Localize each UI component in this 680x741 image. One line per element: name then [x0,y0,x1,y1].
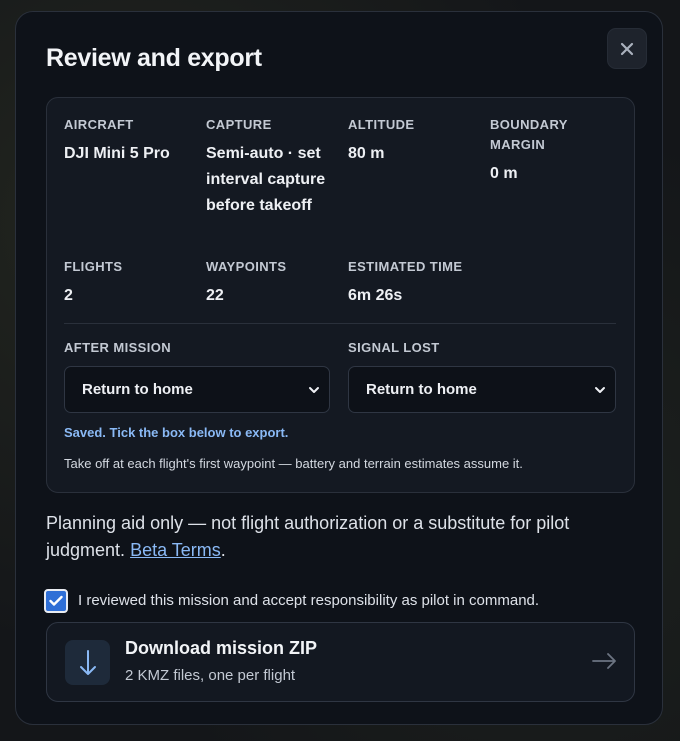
capture-label: CAPTURE [206,117,272,132]
disclaimer-period: . [220,540,226,560]
capture-value: Semi-auto · set interval capture before … [206,145,326,214]
after-mission-label: AFTER MISSION [64,340,172,355]
mission-summary-panel: AIRCRAFT DJI Mini 5 Pro CAPTURE Semi-aut… [46,97,635,493]
boundary-margin-field: BOUNDARY MARGIN 0 m [490,115,600,187]
download-title: Download mission ZIP [125,638,318,658]
summary-divider [64,323,616,324]
download-arrow-icon [65,640,110,685]
beta-terms-link[interactable]: Beta Terms [130,540,221,560]
signal-lost-selected-value: Return to home [366,381,477,398]
altitude-label: ALTITUDE [348,117,415,132]
planning-disclaimer: Planning aid only — not flight authoriza… [46,510,626,564]
after-mission-selected-value: Return to home [82,381,193,398]
chevron-down-icon [309,387,319,393]
acknowledge-checkbox[interactable] [44,589,68,613]
altitude-field: ALTITUDE 80 m [348,115,478,167]
flights-field: FLIGHTS 2 [64,257,194,309]
download-mission-zip-button[interactable]: Download mission ZIP 2 KMZ files, one pe… [46,622,635,702]
signal-lost-select[interactable]: Return to home [348,366,616,413]
waypoints-field: WAYPOINTS 22 [206,257,336,309]
altitude-value: 80 m [348,145,385,162]
signal-lost-label: SIGNAL LOST [348,340,440,355]
capture-field: CAPTURE Semi-auto · set interval capture… [206,115,336,219]
boundary-margin-label: BOUNDARY MARGIN [490,117,568,152]
acknowledge-label[interactable]: I reviewed this mission and accept respo… [78,592,539,609]
estimated-time-value: 6m 26s [348,287,403,304]
after-mission-select[interactable]: Return to home [64,366,330,413]
flights-label: FLIGHTS [64,259,123,274]
disclaimer-text: Planning aid only — not flight authoriza… [46,513,570,560]
aircraft-value: DJI Mini 5 Pro [64,145,170,162]
review-export-dialog: Review and export AIRCRAFT DJI Mini 5 Pr… [15,11,663,725]
estimated-time-label: ESTIMATED TIME [348,259,463,274]
saved-status-note: Saved. Tick the box below to export. [64,425,289,440]
estimated-time-field: ESTIMATED TIME 6m 26s [348,257,508,309]
takeoff-note: Take off at each flight's first waypoint… [64,456,523,471]
download-subtitle: 2 KMZ files, one per flight [125,667,296,684]
close-icon [620,42,634,55]
dialog-title: Review and export [46,44,262,72]
chevron-down-icon [595,387,605,393]
close-button[interactable] [607,28,647,69]
aircraft-label: AIRCRAFT [64,117,134,132]
checkmark-icon [49,595,63,606]
arrow-right-icon [592,653,616,669]
flights-value: 2 [64,287,73,304]
waypoints-label: WAYPOINTS [206,259,287,274]
boundary-margin-value: 0 m [490,165,518,182]
waypoints-value: 22 [206,287,224,304]
aircraft-field: AIRCRAFT DJI Mini 5 Pro [64,115,194,167]
